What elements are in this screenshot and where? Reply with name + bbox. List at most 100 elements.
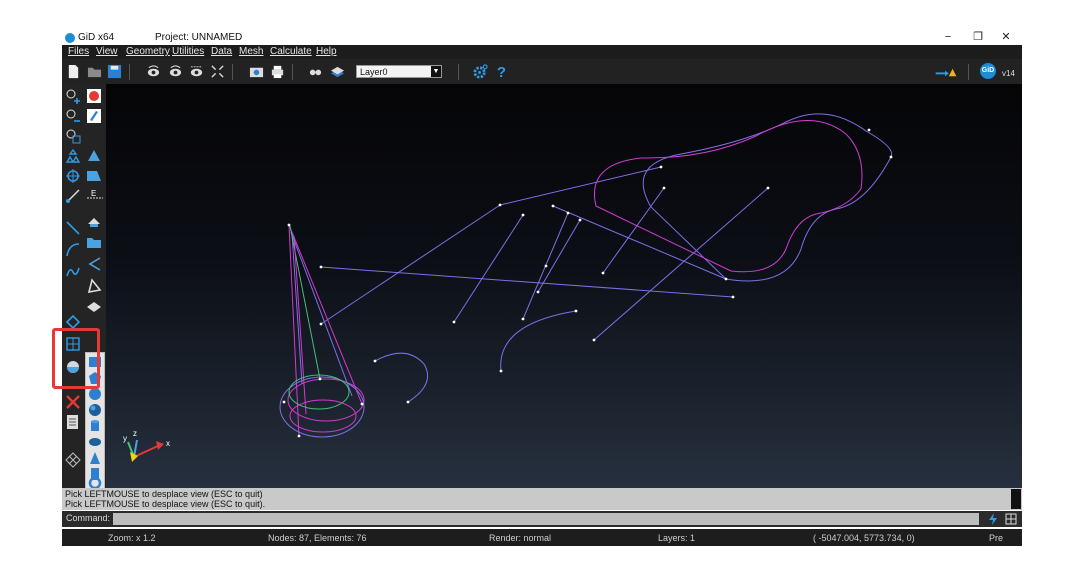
project-title: Project: UNNAMED — [155, 32, 243, 43]
minimize-button[interactable]: − — [934, 30, 962, 45]
delete-x-icon[interactable] — [65, 394, 81, 410]
layers-view-icon[interactable] — [308, 64, 323, 79]
chevron-down-icon[interactable]: ▼ — [431, 66, 441, 77]
node — [319, 322, 323, 326]
cone-generatrix — [290, 231, 353, 397]
settings-gear-icon[interactable] — [473, 64, 488, 79]
menu-calculate[interactable]: Calculate — [270, 46, 312, 57]
message-scrollbar[interactable] — [1011, 489, 1021, 509]
run-command-icon[interactable] — [987, 513, 999, 525]
edit-script-icon[interactable] — [86, 108, 102, 124]
copy-move-icon[interactable] — [86, 256, 102, 272]
grid-toggle-icon[interactable] — [1005, 513, 1017, 525]
line — [593, 187, 769, 341]
zoom-status: Zoom: x 1.2 — [108, 533, 156, 543]
restore-button[interactable]: ❐ — [964, 30, 992, 45]
arc-curve — [374, 352, 428, 403]
help-question-icon[interactable]: ? — [494, 64, 509, 79]
toolbar-separator — [129, 64, 130, 80]
rotate-center-icon[interactable] — [65, 168, 81, 184]
node — [406, 400, 410, 404]
toolbar-separator — [968, 64, 969, 80]
circle-shape-icon[interactable] — [87, 387, 103, 401]
list-entities-icon[interactable] — [65, 414, 81, 430]
node — [536, 290, 540, 294]
coordinates-status: ( -5047.004, 5773.734, 0) — [813, 533, 915, 543]
highlight-annotation — [52, 328, 100, 389]
node — [566, 211, 570, 215]
node — [731, 295, 735, 299]
cylinder-shape-icon[interactable] — [87, 419, 103, 433]
pan-icon[interactable] — [65, 188, 81, 204]
node — [601, 271, 605, 275]
folder-tool-icon[interactable] — [86, 234, 102, 250]
view-direction-icon[interactable] — [189, 64, 204, 79]
zoom-window-icon[interactable] — [65, 128, 81, 144]
gid-logo-icon — [65, 33, 75, 43]
print-icon[interactable] — [270, 64, 285, 79]
app-title: GiD x64 — [78, 32, 115, 43]
toolbar-separator — [458, 64, 459, 80]
arc-curve — [500, 310, 577, 372]
nurbs-line-icon[interactable] — [65, 264, 81, 280]
node — [498, 203, 502, 207]
svg-text:?: ? — [497, 64, 506, 79]
geometry-canvas[interactable]: x y z — [106, 84, 1022, 488]
node — [282, 400, 286, 404]
surface-icon[interactable] — [86, 148, 102, 164]
main-toolbar: Layer0 ▼ ? GiD v14 — [62, 59, 1022, 84]
rotate-trackball-icon[interactable] — [168, 64, 183, 79]
redraw-icon[interactable] — [65, 148, 81, 164]
create-line-icon[interactable] — [65, 220, 81, 236]
open-folder-icon[interactable] — [87, 64, 102, 79]
rotate-view-icon[interactable] — [146, 64, 161, 79]
transfer-arrow-icon[interactable] — [934, 64, 958, 79]
zoom-out-icon[interactable] — [65, 108, 81, 124]
svg-text:E: E — [91, 189, 96, 198]
node — [287, 223, 291, 227]
intersection-icon[interactable] — [86, 278, 102, 294]
layer-select[interactable]: Layer0 ▼ — [356, 65, 442, 78]
zoom-in-icon[interactable] — [65, 88, 81, 104]
ellipse-shape-icon[interactable] — [87, 435, 103, 449]
node — [659, 165, 663, 169]
node — [521, 317, 525, 321]
line — [320, 266, 734, 298]
cone-base-ellipse — [288, 374, 350, 410]
node — [578, 218, 582, 222]
menu-files[interactable]: Files — [68, 46, 89, 57]
cone-base-ellipse — [279, 376, 365, 438]
menu-help[interactable]: Help — [316, 46, 337, 57]
line-tool-icon[interactable] — [86, 168, 102, 184]
record-icon[interactable] — [86, 88, 102, 104]
cone-shape-icon[interactable] — [87, 451, 103, 465]
planar-surface-icon[interactable] — [86, 298, 102, 314]
node — [574, 309, 578, 313]
menu-data[interactable]: Data — [211, 46, 232, 57]
arc-tool-icon[interactable] — [65, 242, 81, 258]
message-line: Pick LEFTMOUSE to desplace view (ESC to … — [65, 489, 263, 499]
node — [724, 277, 728, 281]
menu-geometry[interactable]: Geometry — [126, 46, 170, 57]
menu-utilities[interactable]: Utilities — [172, 46, 204, 57]
new-file-icon[interactable] — [66, 64, 81, 79]
volume-icon[interactable] — [86, 212, 102, 228]
screenshot-camera-icon[interactable] — [249, 64, 264, 79]
close-button[interactable]: ✕ — [992, 30, 1020, 45]
zoom-frame-icon[interactable] — [210, 64, 225, 79]
line — [537, 219, 581, 293]
node — [544, 264, 548, 268]
node — [592, 338, 596, 342]
command-input[interactable] — [113, 513, 979, 525]
menu-mesh[interactable]: Mesh — [239, 46, 263, 57]
axes-gizmo: x y z — [123, 429, 170, 462]
layer-stack-icon[interactable] — [330, 64, 345, 79]
menu-bar: Files View Geometry Utilities Data Mesh … — [62, 45, 1022, 59]
sphere-shape-icon[interactable] — [87, 403, 103, 417]
layers-status: Layers: 1 — [658, 533, 696, 543]
save-icon[interactable] — [107, 64, 122, 79]
menu-view[interactable]: View — [96, 46, 118, 57]
graphics-viewport[interactable]: x y z — [106, 84, 1022, 488]
mesh-pattern-icon[interactable] — [65, 452, 81, 468]
label-entity-icon[interactable]: E — [86, 188, 104, 204]
